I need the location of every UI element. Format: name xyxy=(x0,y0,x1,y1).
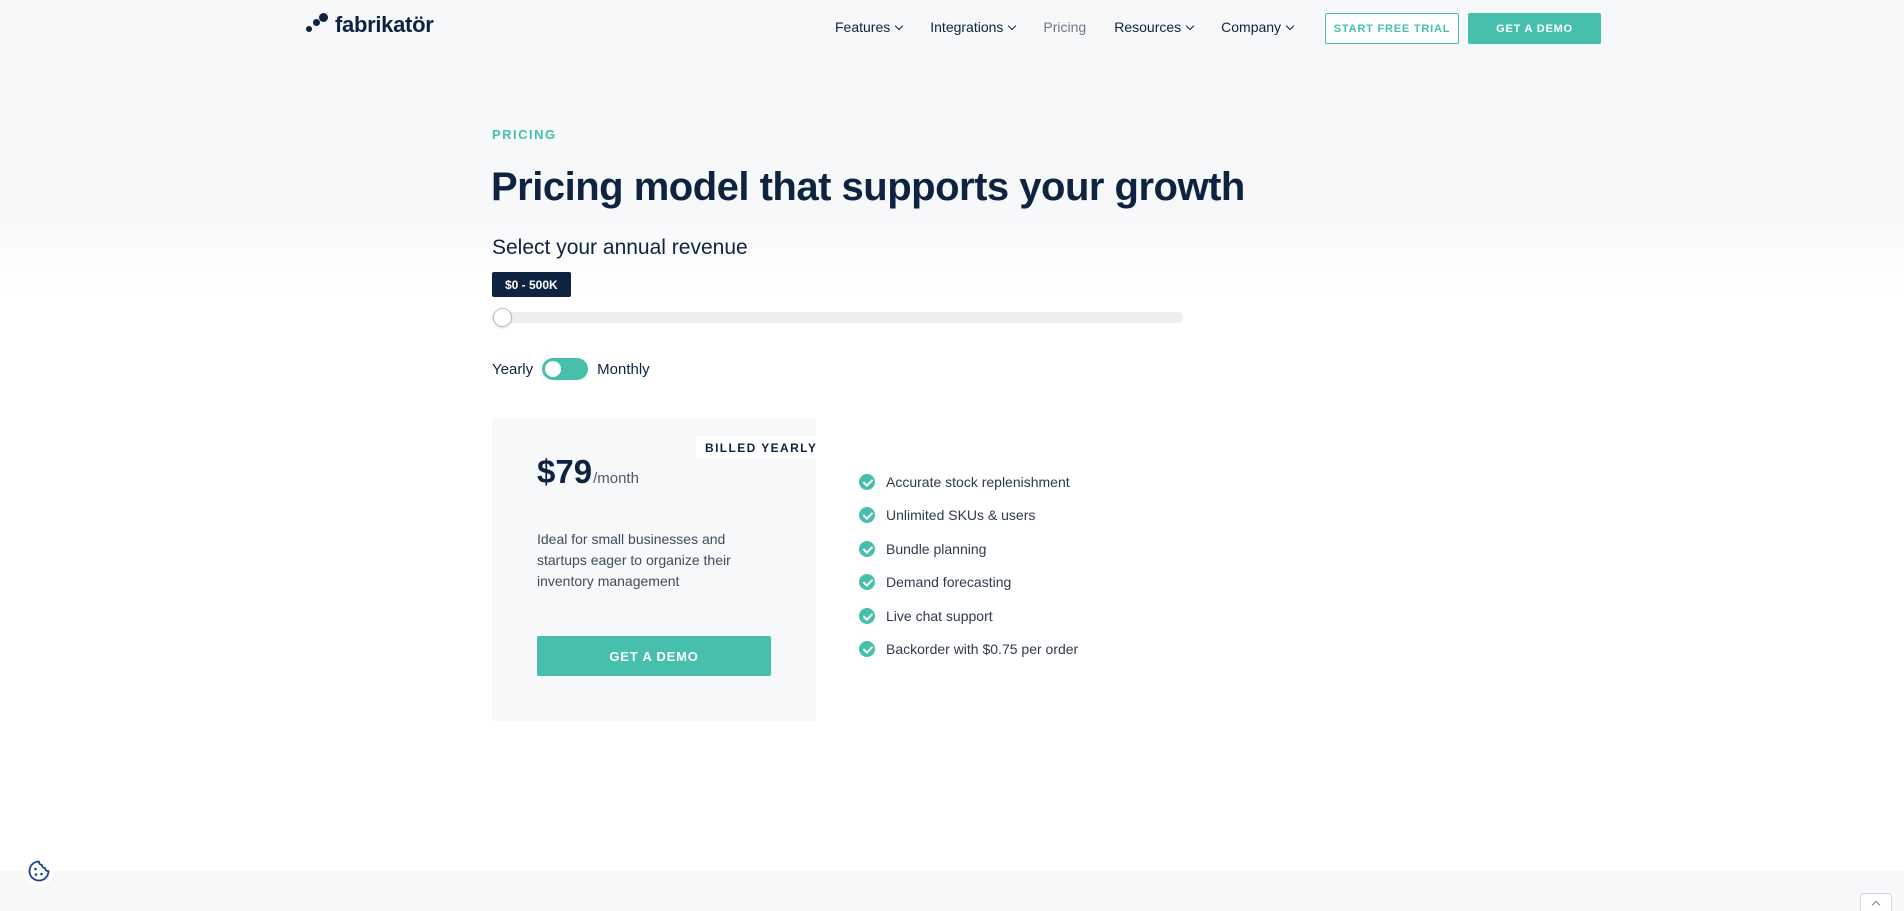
nav-item-company[interactable]: Company xyxy=(1221,19,1295,35)
revenue-slider-track[interactable] xyxy=(492,312,1183,323)
logo-text: fabrikatör xyxy=(335,12,434,37)
monthly-label[interactable]: Monthly xyxy=(597,361,650,378)
yearly-label[interactable]: Yearly xyxy=(492,361,533,378)
feature-text: Unlimited SKUs & users xyxy=(886,507,1036,524)
feature-item: Accurate stock replenishment xyxy=(859,465,1078,499)
nav-item-label: Resources xyxy=(1114,19,1182,35)
plan-description: Ideal for small businesses and startups … xyxy=(537,531,731,589)
price: $79 /month xyxy=(537,453,639,491)
nav-item-label: Pricing xyxy=(1043,19,1087,35)
chevron-down-icon xyxy=(1285,21,1295,30)
check-icon xyxy=(859,473,875,490)
get-a-demo-header-button[interactable]: GET A DEMO xyxy=(1468,13,1601,44)
section-eyebrow: PRICING xyxy=(492,127,557,142)
chevron-down-icon xyxy=(1008,21,1017,30)
check-icon xyxy=(859,574,875,591)
main-nav: Features Integrations Pricing Resources … xyxy=(835,19,1321,35)
cookie-icon xyxy=(28,860,50,882)
chevron-up-icon xyxy=(1871,900,1881,909)
feature-item: Live chat support xyxy=(859,599,1078,633)
nav-item-pricing[interactable]: Pricing xyxy=(1043,19,1086,35)
feature-item: Unlimited SKUs & users xyxy=(859,499,1078,533)
chevron-down-icon xyxy=(1185,21,1195,30)
page-title: Pricing model that supports your growth xyxy=(491,165,1245,209)
site-header: fabrikatör Features Integrations Pricing… xyxy=(0,0,1904,56)
get-a-demo-card-button[interactable]: GET A DEMO xyxy=(537,636,771,676)
start-free-trial-button[interactable]: START FREE TRIAL xyxy=(1325,13,1459,44)
scroll-to-top-button[interactable] xyxy=(1860,893,1892,911)
feature-item: Demand forecasting xyxy=(859,566,1078,600)
feature-text: Accurate stock replenishment xyxy=(886,473,1070,490)
feature-text: Demand forecasting xyxy=(886,574,1012,591)
nav-item-label: Integrations xyxy=(930,19,1004,35)
chevron-down-icon xyxy=(895,21,904,30)
revenue-slider-handle[interactable] xyxy=(493,308,512,327)
check-icon xyxy=(859,641,875,658)
logo-mark-icon xyxy=(305,13,329,37)
nav-item-features[interactable]: Features xyxy=(835,19,904,35)
check-icon xyxy=(859,507,875,524)
feature-list: Accurate stock replenishment Unlimited S… xyxy=(859,465,1078,666)
nav-item-label: Company xyxy=(1221,19,1282,35)
revenue-value-badge: $0 - 500K xyxy=(492,272,571,297)
feature-text: Live chat support xyxy=(886,607,993,624)
cookie-settings-button[interactable] xyxy=(24,856,54,886)
switch-knob xyxy=(545,361,562,377)
check-icon xyxy=(859,607,875,624)
nav-item-label: Features xyxy=(835,19,891,35)
feature-text: Bundle planning xyxy=(886,540,987,557)
billing-period-toggle: Yearly Monthly xyxy=(492,358,650,380)
billing-switch[interactable] xyxy=(542,358,589,380)
price-amount: $79 xyxy=(537,453,593,490)
check-icon xyxy=(859,540,875,557)
footer-strip xyxy=(0,871,1904,911)
billed-yearly-tag: BILLED YEARLY xyxy=(696,436,827,459)
feature-item: Bundle planning xyxy=(859,532,1078,566)
revenue-selector-heading: Select your annual revenue xyxy=(492,236,748,259)
nav-item-resources[interactable]: Resources xyxy=(1114,19,1195,35)
nav-item-integrations[interactable]: Integrations xyxy=(930,19,1017,35)
price-period: /month xyxy=(593,470,639,487)
feature-item: Backorder with $0.75 per order xyxy=(859,633,1078,667)
feature-text: Backorder with $0.75 per order xyxy=(886,641,1079,658)
logo[interactable]: fabrikatör xyxy=(305,12,434,38)
